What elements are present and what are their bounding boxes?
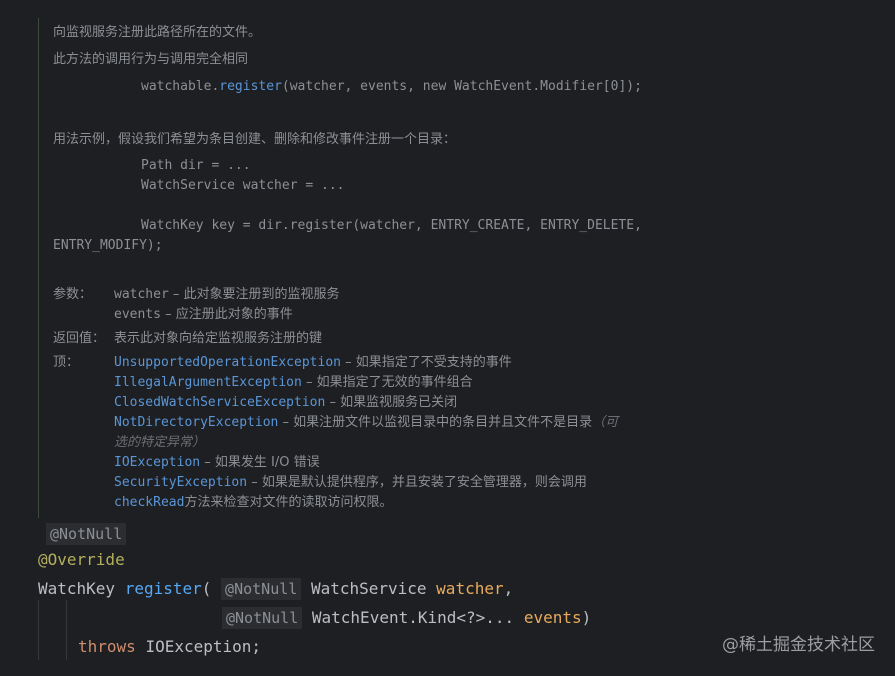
register-link[interactable]: register bbox=[219, 79, 282, 94]
throws-clause-line: throws IOException; bbox=[78, 636, 261, 658]
exception-link[interactable]: ClosedWatchServiceException bbox=[114, 395, 325, 410]
notnull-inlay[interactable]: @NotNull bbox=[46, 523, 127, 545]
exception-desc: – 如果是默认提供程序，并且安装了安全管理器，则会调用 bbox=[247, 475, 587, 490]
returns-desc: 表示此对象向给定监视服务注册的键 bbox=[114, 331, 323, 346]
override-annotation: @Override bbox=[38, 550, 125, 569]
param-type[interactable]: WatchEvent.Kind bbox=[312, 608, 457, 627]
exception-link[interactable]: IllegalArgumentException bbox=[114, 375, 302, 390]
notnull-inlay[interactable]: @NotNull bbox=[221, 578, 302, 600]
exception-note-cont: 选的特定异常） bbox=[114, 435, 206, 450]
example-line-2: WatchService watcher = ... bbox=[141, 178, 345, 193]
exception-link[interactable]: SecurityException bbox=[114, 475, 247, 490]
code-suffix: (watcher, events, new WatchEvent.Modifie… bbox=[281, 79, 642, 94]
param-events: events – 应注册此对象的事件 bbox=[114, 306, 293, 324]
throws-label: 顶： bbox=[53, 355, 80, 370]
exception-desc: – 如果指定了无效的事件组合 bbox=[301, 375, 473, 390]
param-name[interactable]: events bbox=[524, 608, 582, 627]
usage-heading: 用法示例，假设我们希望为条目创建、删除和修改事件注册一个目录： bbox=[53, 132, 457, 147]
exception-desc: – 如果指定了不受支持的事件 bbox=[340, 355, 512, 370]
javadoc-popup: 向监视服务注册此路径所在的文件。 此方法的调用行为与调用完全相同 watchab… bbox=[38, 18, 895, 518]
throws-keyword: throws bbox=[78, 637, 136, 656]
close-paren: ) bbox=[581, 608, 592, 627]
exception-link[interactable]: NotDirectoryException bbox=[114, 415, 278, 430]
open-paren: ( bbox=[201, 579, 212, 598]
param-watcher: watcher – 此对象要注册到的监视服务 bbox=[114, 286, 340, 304]
throws-item: NotDirectoryException – 如果注册文件以监视目录中的条目并… bbox=[114, 414, 618, 432]
params-label: 参数： bbox=[53, 287, 93, 302]
return-type[interactable]: WatchKey bbox=[38, 579, 115, 598]
param-desc: – 应注册此对象的事件 bbox=[160, 307, 293, 322]
method-signature-line: WatchKey register( @NotNull WatchService… bbox=[38, 578, 513, 600]
exception-link[interactable]: IOException bbox=[114, 455, 200, 470]
method-param-line: @NotNull WatchEvent.Kind<?>... events) bbox=[222, 607, 591, 629]
returns-label: 返回值： bbox=[53, 331, 106, 346]
exception-link[interactable]: UnsupportedOperationException bbox=[114, 355, 341, 370]
param-type[interactable]: WatchService bbox=[311, 579, 427, 598]
throws-item: IllegalArgumentException – 如果指定了无效的事件组合 bbox=[114, 374, 473, 392]
exception-note: （可 bbox=[592, 415, 619, 430]
param-desc: – 此对象要注册到的监视服务 bbox=[168, 287, 340, 302]
throws-item: UnsupportedOperationException – 如果指定了不受支… bbox=[114, 354, 512, 372]
exception-desc: 方法来检查对文件的读取访问权限。 bbox=[184, 495, 393, 510]
doc-equivalent-code: watchable.register(watcher, events, new … bbox=[141, 78, 642, 96]
semicolon: ; bbox=[251, 637, 262, 656]
code-prefix: watchable. bbox=[141, 79, 220, 94]
exception-desc: – 如果发生 I/O 错误 bbox=[200, 455, 320, 470]
exception-desc: – 如果监视服务已关闭 bbox=[325, 395, 458, 410]
external-annotation-line: @NotNull bbox=[46, 523, 127, 545]
param-name[interactable]: watcher bbox=[436, 579, 503, 598]
param-name: watcher bbox=[114, 287, 169, 302]
doc-equivalence-note: 此方法的调用行为与调用完全相同 bbox=[53, 52, 249, 67]
generic-varargs: <?>... bbox=[456, 608, 515, 627]
method-name[interactable]: register bbox=[125, 579, 202, 598]
throws-item: IOException – 如果发生 I/O 错误 bbox=[114, 454, 320, 472]
comma: , bbox=[503, 579, 514, 598]
throws-item: ClosedWatchServiceException – 如果监视服务已关闭 bbox=[114, 394, 457, 412]
indent-guide bbox=[66, 600, 67, 660]
param-name: events bbox=[114, 307, 161, 322]
watermark: @稀土掘金技术社区 bbox=[722, 635, 875, 655]
throws-item-cont: checkRead方法来检查对文件的读取访问权限。 bbox=[114, 494, 392, 512]
doc-summary: 向监视服务注册此路径所在的文件。 bbox=[53, 25, 262, 40]
example-line-1: Path dir = ... bbox=[141, 158, 251, 173]
example-line-4: ENTRY_MODIFY); bbox=[53, 238, 163, 253]
notnull-inlay[interactable]: @NotNull bbox=[222, 607, 303, 629]
exception-desc: – 如果注册文件以监视目录中的条目并且文件不是目录 bbox=[278, 415, 593, 430]
indent-guide bbox=[38, 600, 39, 660]
exception-type[interactable]: IOException bbox=[145, 637, 251, 656]
throws-item: SecurityException – 如果是默认提供程序，并且安装了安全管理器… bbox=[114, 474, 587, 492]
example-line-3: WatchKey key = dir.register(watcher, ENT… bbox=[141, 218, 642, 233]
checkread-link[interactable]: checkRead bbox=[114, 495, 184, 510]
